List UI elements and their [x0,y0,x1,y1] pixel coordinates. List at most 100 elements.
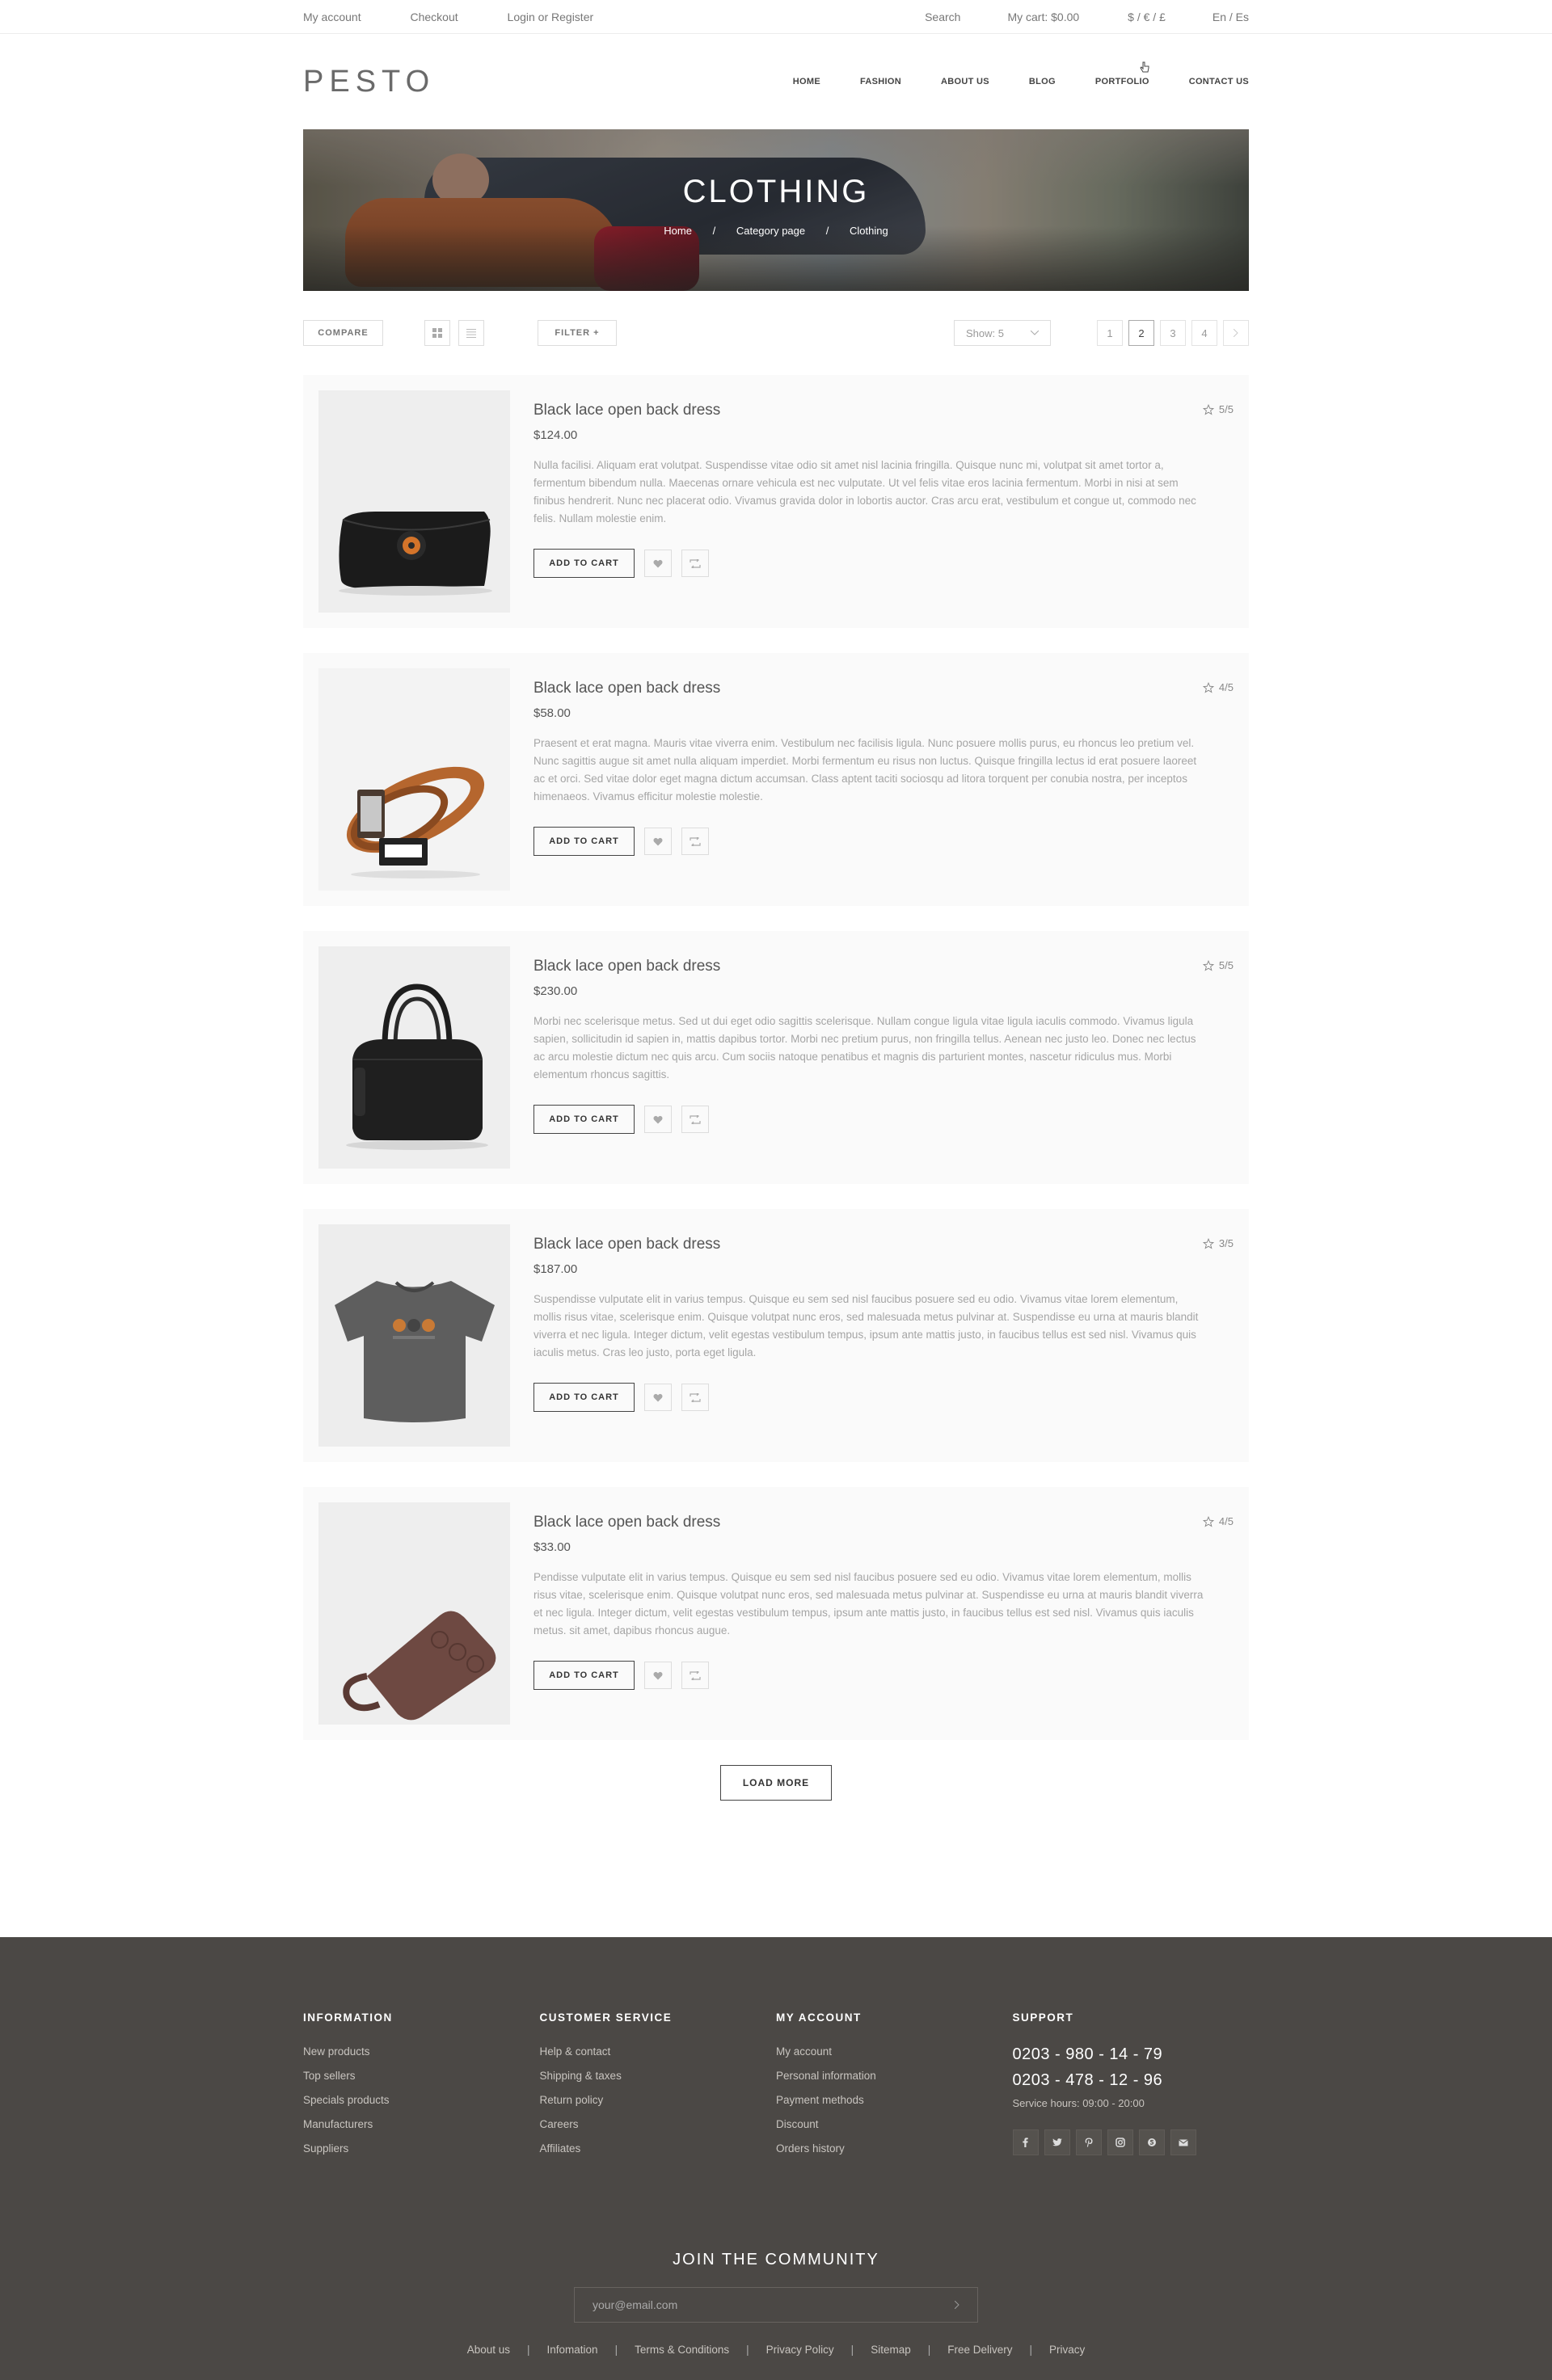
product-title[interactable]: Black lace open back dress [534,1514,720,1531]
product-rating: 5/5 [1202,403,1234,415]
logo[interactable]: PESTO [303,65,435,99]
page-3[interactable]: 3 [1160,320,1186,346]
footer-link-free-delivery[interactable]: Free Delivery [947,2344,1012,2356]
login-register-link[interactable]: Login or Register [508,11,594,23]
wishlist-button[interactable] [644,828,672,855]
product-image[interactable] [318,1502,510,1725]
page-4[interactable]: 4 [1191,320,1217,346]
footer-link[interactable]: Top sellers [303,2070,540,2082]
email-input[interactable]: your@email.com [593,2298,677,2311]
product-price: $58.00 [534,706,571,720]
compare-product-button[interactable] [681,1384,709,1411]
product-image[interactable] [318,390,510,613]
product-title[interactable]: Black lace open back dress [534,402,720,419]
page-2[interactable]: 2 [1128,320,1154,346]
product-title[interactable]: Black lace open back dress [534,958,720,975]
footer-link[interactable]: Careers [540,2118,777,2130]
add-to-cart-button[interactable]: ADD TO CART [534,549,635,578]
show-count-select[interactable]: Show: 5 [954,320,1051,346]
footer-link-privacy-policy[interactable]: Privacy Policy [766,2344,834,2356]
product-description: Pendisse vulputate elit in varius tempus… [534,1571,1204,1637]
product-card: Black lace open back dress $33.00 Pendis… [303,1487,1249,1740]
compare-button[interactable]: COMPARE [303,320,383,346]
product-title[interactable]: Black lace open back dress [534,680,720,697]
nav-about-us[interactable]: ABOUT US [941,77,989,86]
footer-link[interactable]: Return policy [540,2094,777,2106]
wishlist-button[interactable] [644,1662,672,1689]
footer-link[interactable]: Shipping & taxes [540,2070,777,2082]
footer-link-about-us[interactable]: About us [467,2344,510,2356]
wishlist-button[interactable] [644,1384,672,1411]
mail-icon[interactable] [1170,2129,1196,2155]
breadcrumb-home[interactable]: Home [664,225,692,237]
compare-product-button[interactable] [681,550,709,577]
account-links: My account Checkout Login or Register [303,11,639,23]
nav-blog[interactable]: BLOG [1029,77,1056,86]
support-phone[interactable]: 0203 - 980 - 14 - 79 [1013,2045,1250,2064]
footer-link[interactable]: Personal information [776,2070,1013,2082]
product-description: Praesent et erat magna. Mauris vitae viv… [534,737,1197,802]
page-1[interactable]: 1 [1097,320,1123,346]
load-more-button[interactable]: LOAD MORE [720,1765,832,1801]
next-page-button[interactable] [1223,320,1249,346]
instagram-icon[interactable] [1107,2129,1133,2155]
compare-arrows-icon [690,1670,701,1680]
product-image[interactable] [318,1224,510,1447]
nav-contact-us[interactable]: CONTACT US [1189,77,1249,86]
add-to-cart-button[interactable]: ADD TO CART [534,1661,635,1690]
product-card: Black lace open back dress $124.00 Nulla… [303,375,1249,628]
service-hours: Service hours: 09:00 - 20:00 [1012,2097,1145,2109]
nav-home[interactable]: HOME [793,77,820,86]
footer-link[interactable]: New products [303,2045,540,2058]
footer-column-support: SUPPORT 0203 - 980 - 14 - 79 0203 - 478 … [1012,2011,1250,2167]
compare-product-button[interactable] [681,1106,709,1133]
grid-view-button[interactable] [424,320,450,346]
product-image[interactable] [318,668,510,891]
compare-product-button[interactable] [681,1662,709,1689]
add-to-cart-button[interactable]: ADD TO CART [534,1105,635,1134]
skype-icon[interactable] [1138,2129,1165,2155]
compare-product-button[interactable] [681,828,709,855]
nav-fashion[interactable]: FASHION [860,77,901,86]
language-switcher[interactable]: En / Es [1212,11,1249,23]
footer-link-terms[interactable]: Terms & Conditions [635,2344,729,2356]
star-icon [1202,959,1214,971]
footer-heading: INFORMATION [303,2011,393,2024]
currency-switcher[interactable]: $ / € / £ [1128,11,1166,23]
footer-link[interactable]: Help & contact [540,2045,777,2058]
compare-arrows-icon [690,558,701,568]
wishlist-button[interactable] [644,550,672,577]
footer-link-sitemap[interactable]: Sitemap [871,2344,911,2356]
list-view-button[interactable] [458,320,484,346]
pinterest-icon[interactable] [1075,2129,1102,2155]
facebook-icon[interactable] [1012,2129,1039,2155]
wishlist-button[interactable] [644,1106,672,1133]
add-to-cart-button[interactable]: ADD TO CART [534,1383,635,1412]
product-title[interactable]: Black lace open back dress [534,1236,720,1253]
support-phone[interactable]: 0203 - 478 - 12 - 96 [1013,2071,1250,2090]
product-rating: 5/5 [1202,959,1234,971]
my-account-link[interactable]: My account [303,11,361,23]
footer-link[interactable]: Specials products [303,2094,540,2106]
add-to-cart-button[interactable]: ADD TO CART [534,827,635,856]
breadcrumb-category-page[interactable]: Category page [736,225,805,237]
subscribe-arrow-icon[interactable] [954,2298,959,2311]
search-link[interactable]: Search [925,11,960,23]
footer-link[interactable]: Suppliers [303,2142,540,2155]
nav-portfolio[interactable]: PORTFOLIO [1095,77,1149,86]
footer-link[interactable]: Orders history [776,2142,1013,2155]
twitter-icon[interactable] [1044,2129,1070,2155]
product-image[interactable] [318,946,510,1169]
checkout-link[interactable]: Checkout [410,11,458,23]
cart-link[interactable]: My cart: $0.00 [1007,11,1079,23]
filter-button[interactable]: FILTER + [538,320,617,346]
footer-link[interactable]: Discount [776,2118,1013,2130]
footer-link[interactable]: Manufacturers [303,2118,540,2130]
footer-link[interactable]: Payment methods [776,2094,1013,2106]
footer-link-information[interactable]: Infomation [547,2344,598,2356]
footer-link[interactable]: My account [776,2045,1013,2058]
footer-link[interactable]: Affiliates [540,2142,777,2155]
footer-link-privacy[interactable]: Privacy [1049,2344,1085,2356]
compare-arrows-icon [690,1114,701,1124]
page-title: CLOTHING [682,174,870,209]
